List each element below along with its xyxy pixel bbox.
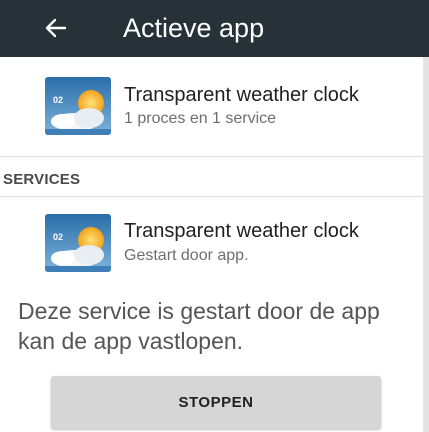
service-description: Deze service is gestart door de app kan … xyxy=(18,298,380,354)
content-area: 02 Transparent weather clock 1 proces en… xyxy=(0,57,423,432)
screen-edge xyxy=(423,57,429,432)
app-list-item[interactable]: 02 Transparent weather clock 1 proces en… xyxy=(0,71,423,141)
arrow-left-icon xyxy=(45,18,67,38)
svg-text:02: 02 xyxy=(53,232,63,242)
weather-clock-icon: 02 xyxy=(45,77,111,135)
stop-button[interactable]: STOPPEN xyxy=(51,376,381,429)
back-button[interactable] xyxy=(42,14,70,42)
active-app-screen: Actieve app 02 Transparent weather clock… xyxy=(0,0,429,432)
weather-clock-icon: 02 xyxy=(45,214,111,272)
service-name: Transparent weather clock xyxy=(124,220,359,242)
app-name: Transparent weather clock xyxy=(124,84,359,106)
services-section-header: SERVICES xyxy=(3,171,81,188)
service-status: Gestart door app. xyxy=(124,247,249,264)
app-process-count: 1 proces en 1 service xyxy=(124,110,277,127)
service-list-item[interactable]: 02 Transparent weather clock Gestart doo… xyxy=(0,207,423,277)
divider xyxy=(0,156,423,157)
svg-text:02: 02 xyxy=(53,95,63,105)
page-title: Actieve app xyxy=(123,13,265,43)
app-bar: Actieve app xyxy=(0,0,429,57)
divider xyxy=(0,196,423,197)
